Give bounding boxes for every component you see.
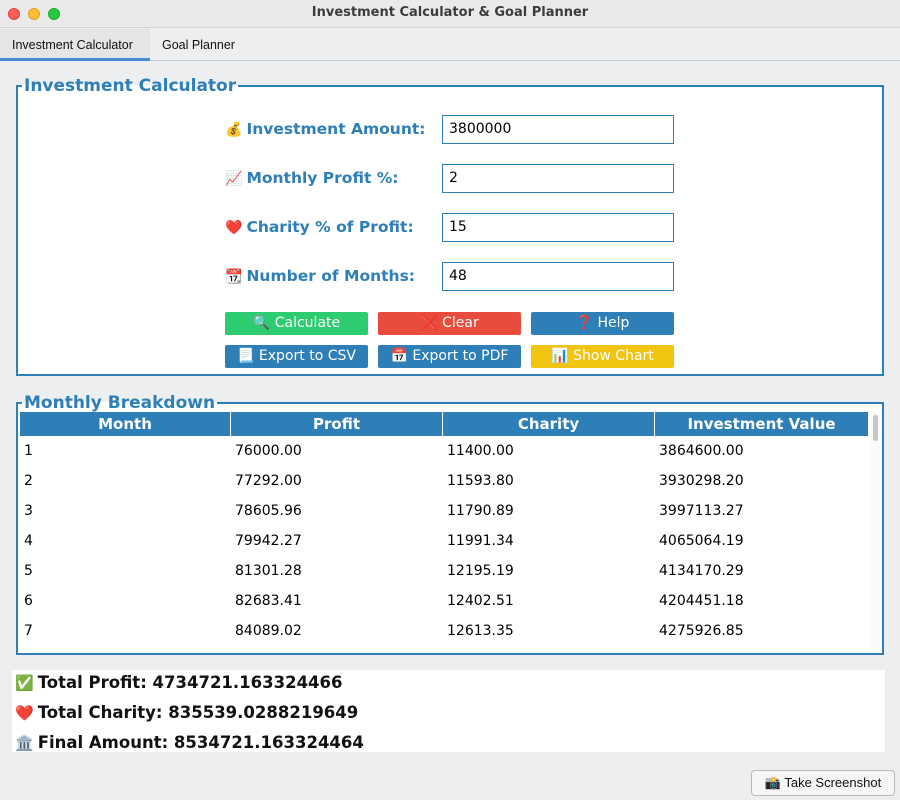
table-row[interactable]: 7 84089.02 12613.35 4275926.85 <box>20 616 868 646</box>
total-profit-summary: ✅ Total Profit: 4734721.163324466 <box>15 670 343 700</box>
cell-month: 2 <box>24 473 33 489</box>
cell-profit: 79942.27 <box>235 533 302 549</box>
column-header-profit[interactable]: Profit <box>231 412 443 436</box>
number-of-months-input[interactable]: 48 <box>442 262 674 291</box>
table-row[interactable]: 4 79942.27 11991.34 4065064.19 <box>20 526 868 556</box>
app-window: Investment Calculator & Goal Planner Inv… <box>0 0 900 800</box>
cell-investment-value: 4275926.85 <box>659 623 744 639</box>
bank-building-icon: 🏛️ <box>15 734 34 752</box>
cell-month: 3 <box>24 503 33 519</box>
cell-charity: 11790.89 <box>447 503 514 519</box>
monthly-breakdown-panel: Monthly Breakdown Month Profit Charity I… <box>16 394 884 655</box>
investment-amount-input[interactable]: 3800000 <box>442 115 674 144</box>
cell-profit: 78605.96 <box>235 503 302 519</box>
cell-investment-value: 3930298.20 <box>659 473 744 489</box>
cell-month: 5 <box>24 563 33 579</box>
column-header-charity[interactable]: Charity <box>443 412 655 436</box>
table-row[interactable]: 6 82683.41 12402.51 4204451.18 <box>20 586 868 616</box>
cell-profit: 76000.00 <box>235 443 302 459</box>
number-of-months-label-text: Number of Months: <box>246 267 416 285</box>
breakdown-table: Month Profit Charity Investment Value 1 … <box>20 412 880 648</box>
table-row[interactable]: 1 76000.00 11400.00 3864600.00 <box>20 436 868 466</box>
cell-charity: 11991.34 <box>447 533 514 549</box>
export-pdf-button[interactable]: 📅 Export to PDF <box>378 345 521 368</box>
window-title: Investment Calculator & Goal Planner <box>311 5 589 20</box>
total-charity-text: Total Charity: 835539.0288219649 <box>37 703 359 722</box>
clear-button[interactable]: ❌ Clear <box>378 312 521 335</box>
check-mark-icon: ✅ <box>15 674 34 692</box>
heart-icon: ❤️ <box>15 704 34 722</box>
table-row[interactable]: 5 81301.28 12195.19 4134170.29 <box>20 556 868 586</box>
monthly-profit-label-text: Monthly Profit %: <box>246 169 399 187</box>
cell-month: 4 <box>24 533 33 549</box>
table-body: 1 76000.00 11400.00 3864600.00 2 77292.0… <box>20 436 868 646</box>
cell-investment-value: 3997113.27 <box>659 503 744 519</box>
breakdown-panel-title: Monthly Breakdown <box>24 393 216 413</box>
tab-bar: Investment Calculator Goal Planner <box>0 29 900 61</box>
charity-percent-label-text: Charity % of Profit: <box>246 218 414 236</box>
cell-investment-value: 4134170.29 <box>659 563 744 579</box>
charity-percent-label: ❤️ Charity % of Profit: <box>225 213 414 241</box>
chart-increasing-icon: 📈 <box>225 171 243 187</box>
table-scrollbar[interactable] <box>870 412 880 648</box>
cell-profit: 81301.28 <box>235 563 302 579</box>
scrollbar-thumb[interactable] <box>873 415 878 441</box>
cell-profit: 84089.02 <box>235 623 302 639</box>
calculator-panel-title: Investment Calculator <box>24 76 237 96</box>
investment-amount-label: 💰 Investment Amount: <box>225 115 425 143</box>
column-header-month[interactable]: Month <box>20 412 231 436</box>
total-profit-text: Total Profit: 4734721.163324466 <box>37 673 343 692</box>
cell-profit: 82683.41 <box>235 593 302 609</box>
investment-amount-label-text: Investment Amount: <box>246 120 426 138</box>
money-bag-icon: 💰 <box>225 122 243 138</box>
summary-panel: ✅ Total Profit: 4734721.163324466 ❤️ Total… <box>12 670 885 752</box>
charity-percent-input[interactable]: 15 <box>442 213 674 242</box>
cell-charity: 12195.19 <box>447 563 514 579</box>
monthly-profit-label: 📈 Monthly Profit %: <box>225 164 398 192</box>
cell-profit: 77292.00 <box>235 473 302 489</box>
tab-goal-planner[interactable]: Goal Planner <box>150 29 247 61</box>
show-chart-button[interactable]: 📊 Show Chart <box>531 345 674 368</box>
calendar-icon: 📆 <box>225 269 243 285</box>
monthly-profit-input[interactable]: 2 <box>442 164 674 193</box>
title-bar: Investment Calculator & Goal Planner <box>0 0 900 28</box>
table-row[interactable]: 2 77292.00 11593.80 3930298.20 <box>20 466 868 496</box>
cell-charity: 11400.00 <box>447 443 514 459</box>
cell-investment-value: 3864600.00 <box>659 443 744 459</box>
cell-charity: 12402.51 <box>447 593 514 609</box>
number-of-months-label: 📆 Number of Months: <box>225 262 415 290</box>
export-csv-button[interactable]: 📃 Export to CSV <box>225 345 368 368</box>
cell-charity: 12613.35 <box>447 623 514 639</box>
column-header-investment-value[interactable]: Investment Value <box>655 412 868 436</box>
final-amount-summary: 🏛️ Final Amount: 8534721.163324464 <box>15 730 364 760</box>
cell-investment-value: 4204451.18 <box>659 593 744 609</box>
cell-month: 1 <box>24 443 33 459</box>
investment-calculator-panel: Investment Calculator 💰 Investment Amount… <box>16 77 884 376</box>
help-button[interactable]: ❓ Help <box>531 312 674 335</box>
calculate-button[interactable]: 🔍 Calculate <box>225 312 368 335</box>
heart-icon: ❤️ <box>225 220 243 236</box>
cell-month: 6 <box>24 593 33 609</box>
table-header: Month Profit Charity Investment Value <box>20 412 868 436</box>
tab-investment-calculator[interactable]: Investment Calculator <box>0 29 150 61</box>
cell-month: 7 <box>24 623 33 639</box>
take-screenshot-button[interactable]: 📸 Take Screenshot <box>751 770 895 796</box>
table-row[interactable]: 3 78605.96 11790.89 3997113.27 <box>20 496 868 526</box>
cell-investment-value: 4065064.19 <box>659 533 744 549</box>
total-charity-summary: ❤️ Total Charity: 835539.0288219649 <box>15 700 358 730</box>
final-amount-text: Final Amount: 8534721.163324464 <box>37 733 364 752</box>
cell-charity: 11593.80 <box>447 473 514 489</box>
